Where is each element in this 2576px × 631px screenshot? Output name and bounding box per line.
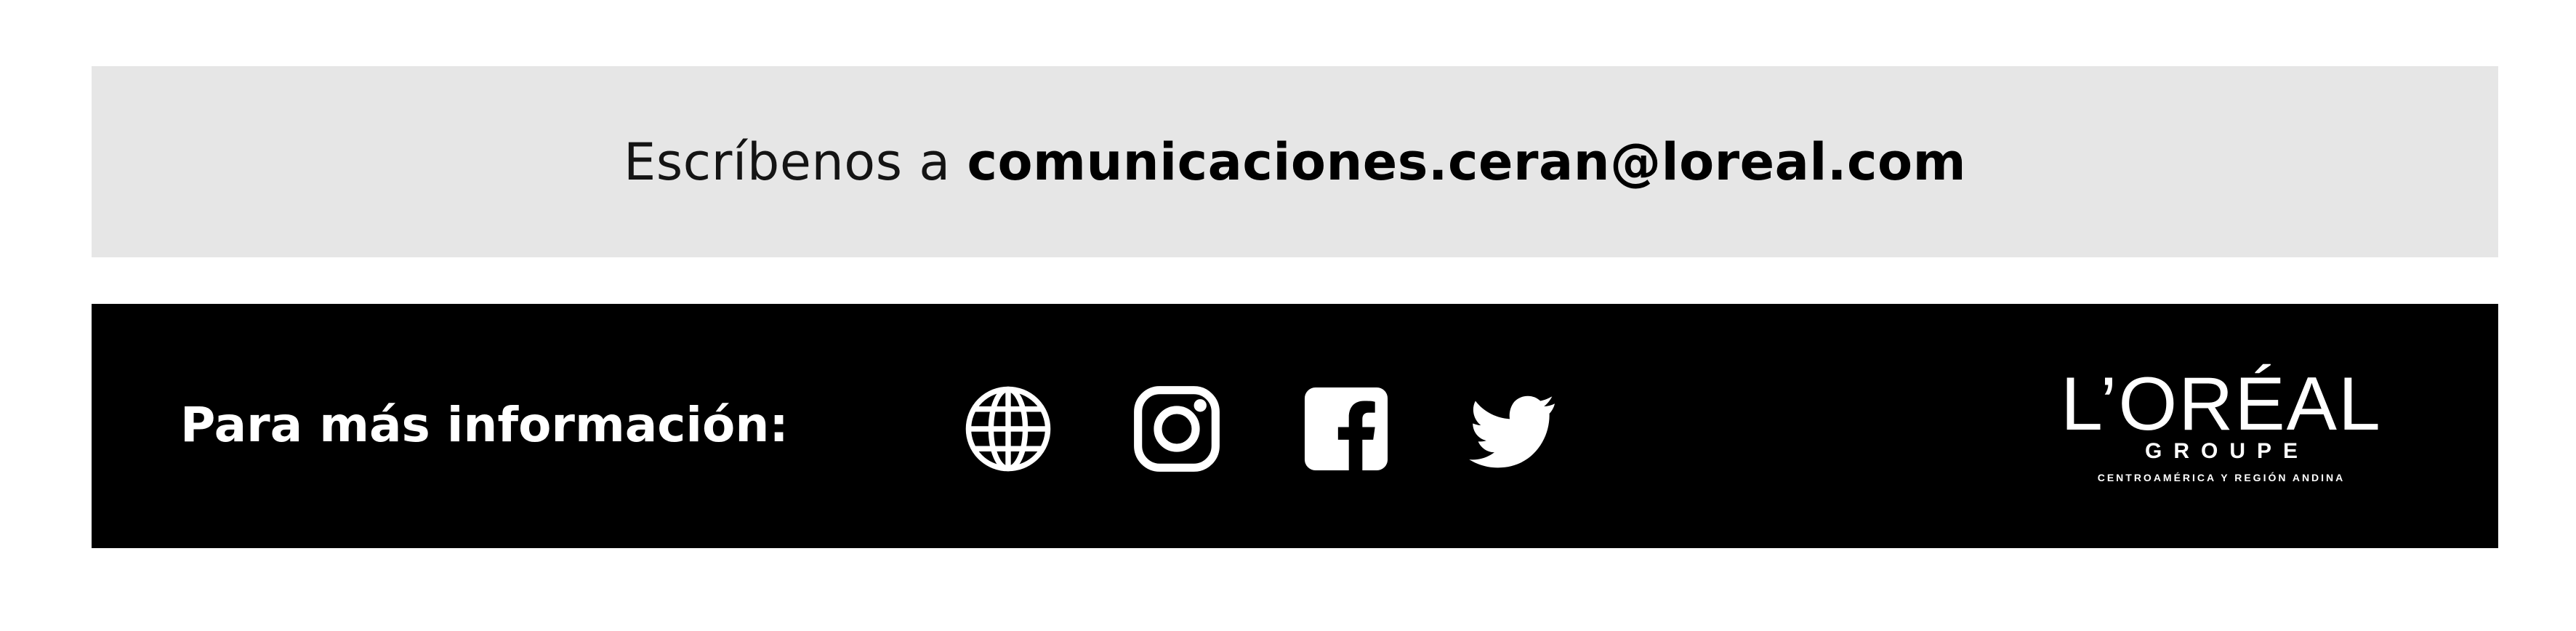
- more-info-label: Para más información:: [180, 397, 789, 453]
- loreal-logo: L’ORÉAL GROUPE CENTROAMÉRICA Y REGIÓN AN…: [2040, 366, 2403, 490]
- twitter-link[interactable]: [1468, 384, 1558, 474]
- twitter-icon: [1468, 384, 1558, 474]
- logo-region: CENTROAMÉRICA Y REGIÓN ANDINA: [2097, 472, 2346, 483]
- website-link[interactable]: [963, 384, 1053, 474]
- footer-banner: Para más información: L’ORÉAL GROUPE CEN…: [92, 304, 2498, 548]
- facebook-link[interactable]: [1301, 384, 1391, 474]
- instagram-icon: [1132, 384, 1222, 474]
- globe-icon: [963, 384, 1053, 474]
- contact-banner: Escríbenos a comunicaciones.ceran@loreal…: [92, 66, 2498, 257]
- logo-subtitle: GROUPE: [2144, 439, 2310, 463]
- contact-lead: Escríbenos a: [623, 132, 967, 192]
- facebook-icon: [1301, 384, 1391, 474]
- contact-text: Escríbenos a comunicaciones.ceran@loreal…: [624, 132, 1966, 192]
- contact-email-link[interactable]: comunicaciones.ceran@loreal.com: [967, 132, 1966, 192]
- logo-wordmark: L’ORÉAL: [2061, 362, 2382, 446]
- instagram-link[interactable]: [1132, 384, 1222, 474]
